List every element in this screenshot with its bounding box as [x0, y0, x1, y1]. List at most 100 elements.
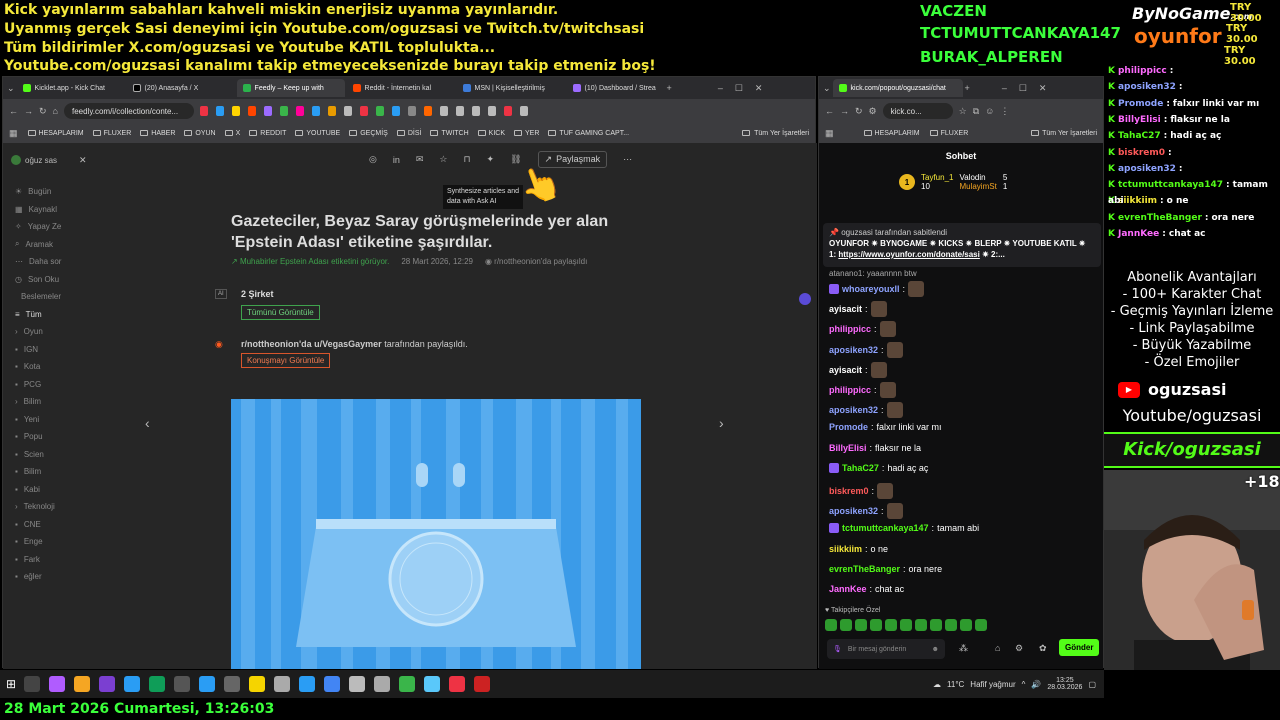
- donate-link[interactable]: https://www.oyunfor.com/donate/sasi: [838, 250, 980, 259]
- new-tab-icon[interactable]: +: [667, 83, 672, 93]
- tab-search-icon[interactable]: ⌄: [823, 83, 831, 94]
- all-bookmarks[interactable]: Tüm Yer İşaretleri: [1031, 130, 1097, 137]
- sidebar-item[interactable]: ▪ Popu: [3, 428, 67, 446]
- all-bookmarks[interactable]: Tüm Yer İşaretleri: [742, 130, 809, 137]
- taskbar-app-icon[interactable]: [199, 676, 216, 692]
- taskbar-app-icon[interactable]: [274, 676, 291, 692]
- taskbar-app-icon[interactable]: [424, 676, 441, 692]
- extension-icon[interactable]: [519, 106, 528, 116]
- taskbar-app-icon[interactable]: [474, 676, 491, 692]
- feedly-user[interactable]: oğuz sas: [11, 155, 57, 165]
- leader-name[interactable]: Tayfun_1: [921, 173, 953, 182]
- weather-desc[interactable]: Hafif yağmur: [970, 680, 1015, 689]
- taskbar-app-icon[interactable]: [149, 676, 166, 692]
- quick-emote-icon[interactable]: [840, 619, 852, 631]
- view-conversation-button[interactable]: Konuşmayı Görüntüle: [241, 353, 331, 368]
- bookmark-item[interactable]: KICK: [477, 130, 505, 137]
- minimize-icon[interactable]: –: [718, 83, 723, 93]
- sidebar-item[interactable]: ▪ Kabi: [3, 481, 67, 499]
- sidebar-item[interactable]: ▪ eğler: [3, 568, 67, 586]
- chat-input[interactable]: 🎙 Bir mesaj gönderin ☻: [827, 639, 945, 659]
- bookmark-item[interactable]: YER: [514, 130, 539, 137]
- extension-bubble-icon[interactable]: [799, 293, 811, 305]
- sidebar-item[interactable]: › Oyun: [3, 323, 67, 341]
- sidebar-item[interactable]: ▪ Enge: [3, 533, 67, 551]
- sidebar-item[interactable]: ⋯ Daha sor: [3, 253, 67, 271]
- quick-emote-icon[interactable]: [915, 619, 927, 631]
- chat-username[interactable]: philippicc: [829, 324, 871, 334]
- weather-temp[interactable]: 11°C: [947, 680, 964, 689]
- taskbar-app-icon[interactable]: [24, 676, 41, 692]
- chat-username[interactable]: JannKee: [829, 584, 867, 594]
- extension-icon[interactable]: [215, 106, 224, 116]
- quick-emote-icon[interactable]: [885, 619, 897, 631]
- sidebar-item[interactable]: ✧ Yapay Ze: [3, 218, 67, 236]
- sidebar-item[interactable]: ▪ IGN: [3, 341, 67, 359]
- tab-search-icon[interactable]: ⌄: [7, 83, 15, 94]
- sidebar-item[interactable]: ◷ Son Oku: [3, 271, 67, 289]
- tab-feedly[interactable]: Feedly – Keep up with: [236, 79, 345, 97]
- next-article-icon[interactable]: ›: [719, 415, 724, 431]
- minimize-icon[interactable]: –: [1002, 83, 1007, 93]
- taskbar-app-icon[interactable]: [124, 676, 141, 692]
- extension-icon[interactable]: [343, 106, 352, 116]
- link-icon[interactable]: ⛓: [510, 154, 521, 165]
- prev-article-icon[interactable]: ‹: [145, 415, 150, 431]
- tab-x[interactable]: (20) Anasayfa / X: [127, 79, 235, 97]
- sidebar-item[interactable]: ⌕ Aramak: [3, 236, 67, 254]
- quick-emote-icon[interactable]: [960, 619, 972, 631]
- extension-icon[interactable]: [407, 106, 416, 116]
- extensions-icon[interactable]: ⧉: [973, 106, 979, 117]
- bookmark-hesaplarim[interactable]: HESAPLARIM: [863, 130, 920, 137]
- quick-emote-icon[interactable]: [930, 619, 942, 631]
- quick-emote-icon[interactable]: [975, 619, 987, 631]
- bookmark-item[interactable]: REDDIT: [249, 130, 286, 137]
- sidebar-item[interactable]: ▪ PCG: [3, 376, 67, 394]
- leader-name[interactable]: Valodin: [959, 173, 996, 182]
- chat-username[interactable]: BillyElisi: [829, 443, 867, 453]
- chat-username[interactable]: aposiken32: [829, 345, 878, 355]
- extension-icon[interactable]: [231, 106, 240, 116]
- sidebar-item[interactable]: ▪ Scien: [3, 446, 67, 464]
- mod-icon[interactable]: ✿: [1039, 643, 1047, 654]
- extension-icon[interactable]: [439, 106, 448, 116]
- back-icon[interactable]: ←: [825, 106, 834, 116]
- forward-icon[interactable]: →: [24, 106, 33, 116]
- extension-icon[interactable]: [471, 106, 480, 116]
- more-options-icon[interactable]: ⋯: [623, 154, 632, 165]
- extension-icon[interactable]: [503, 106, 512, 116]
- sidebar-item[interactable]: ▪ Kota: [3, 358, 67, 376]
- chat-username[interactable]: ayisacit: [829, 304, 862, 314]
- bookmark-item[interactable]: OYUN: [184, 130, 216, 137]
- clock[interactable]: 13:25 28.03.2026: [1047, 677, 1082, 691]
- taskbar-app-icon[interactable]: [249, 676, 266, 692]
- taskbar-app-icon[interactable]: [224, 676, 241, 692]
- taskbar-app-icon[interactable]: [74, 676, 91, 692]
- extension-icon[interactable]: [487, 106, 496, 116]
- star-icon[interactable]: ☆: [439, 154, 447, 165]
- extension-icon[interactable]: [263, 106, 272, 116]
- quick-emote-icon[interactable]: [945, 619, 957, 631]
- sidebar-item[interactable]: ☀ Bugün: [3, 183, 67, 201]
- article-source[interactable]: ◉ r/nottheonion'da paylaşıldı: [485, 257, 587, 266]
- bookmark-item[interactable]: HESAPLARIM: [27, 130, 84, 137]
- bookmark-item[interactable]: FLUXER: [92, 130, 131, 137]
- email-icon[interactable]: ✉: [416, 154, 424, 165]
- chat-username[interactable]: tctumuttcankaya147: [842, 523, 929, 533]
- quick-emote-icon[interactable]: [900, 619, 912, 631]
- chat-username[interactable]: philippicc: [829, 385, 871, 395]
- trend-label[interactable]: ↗ Muhabirler Epstein Adası etiketini gör…: [231, 257, 389, 266]
- chat-username[interactable]: aposiken32: [829, 506, 878, 516]
- taskbar-app-icon[interactable]: [174, 676, 191, 692]
- sidebar-item[interactable]: ▪ Yeni: [3, 411, 67, 429]
- taskbar-app-icon[interactable]: [374, 676, 391, 692]
- send-button[interactable]: Gönder: [1059, 639, 1100, 656]
- address-bar[interactable]: kick.co...: [882, 103, 953, 119]
- view-all-button[interactable]: Tümünü Görüntüle: [241, 305, 320, 320]
- chat-username[interactable]: ayisacit: [829, 365, 862, 375]
- apps-grid-icon[interactable]: ▦: [825, 128, 834, 139]
- profile-icon[interactable]: ☺: [985, 106, 994, 116]
- quick-emote-icon[interactable]: [825, 619, 837, 631]
- chat-username[interactable]: biskrem0: [829, 486, 869, 496]
- back-icon[interactable]: ←: [9, 106, 18, 116]
